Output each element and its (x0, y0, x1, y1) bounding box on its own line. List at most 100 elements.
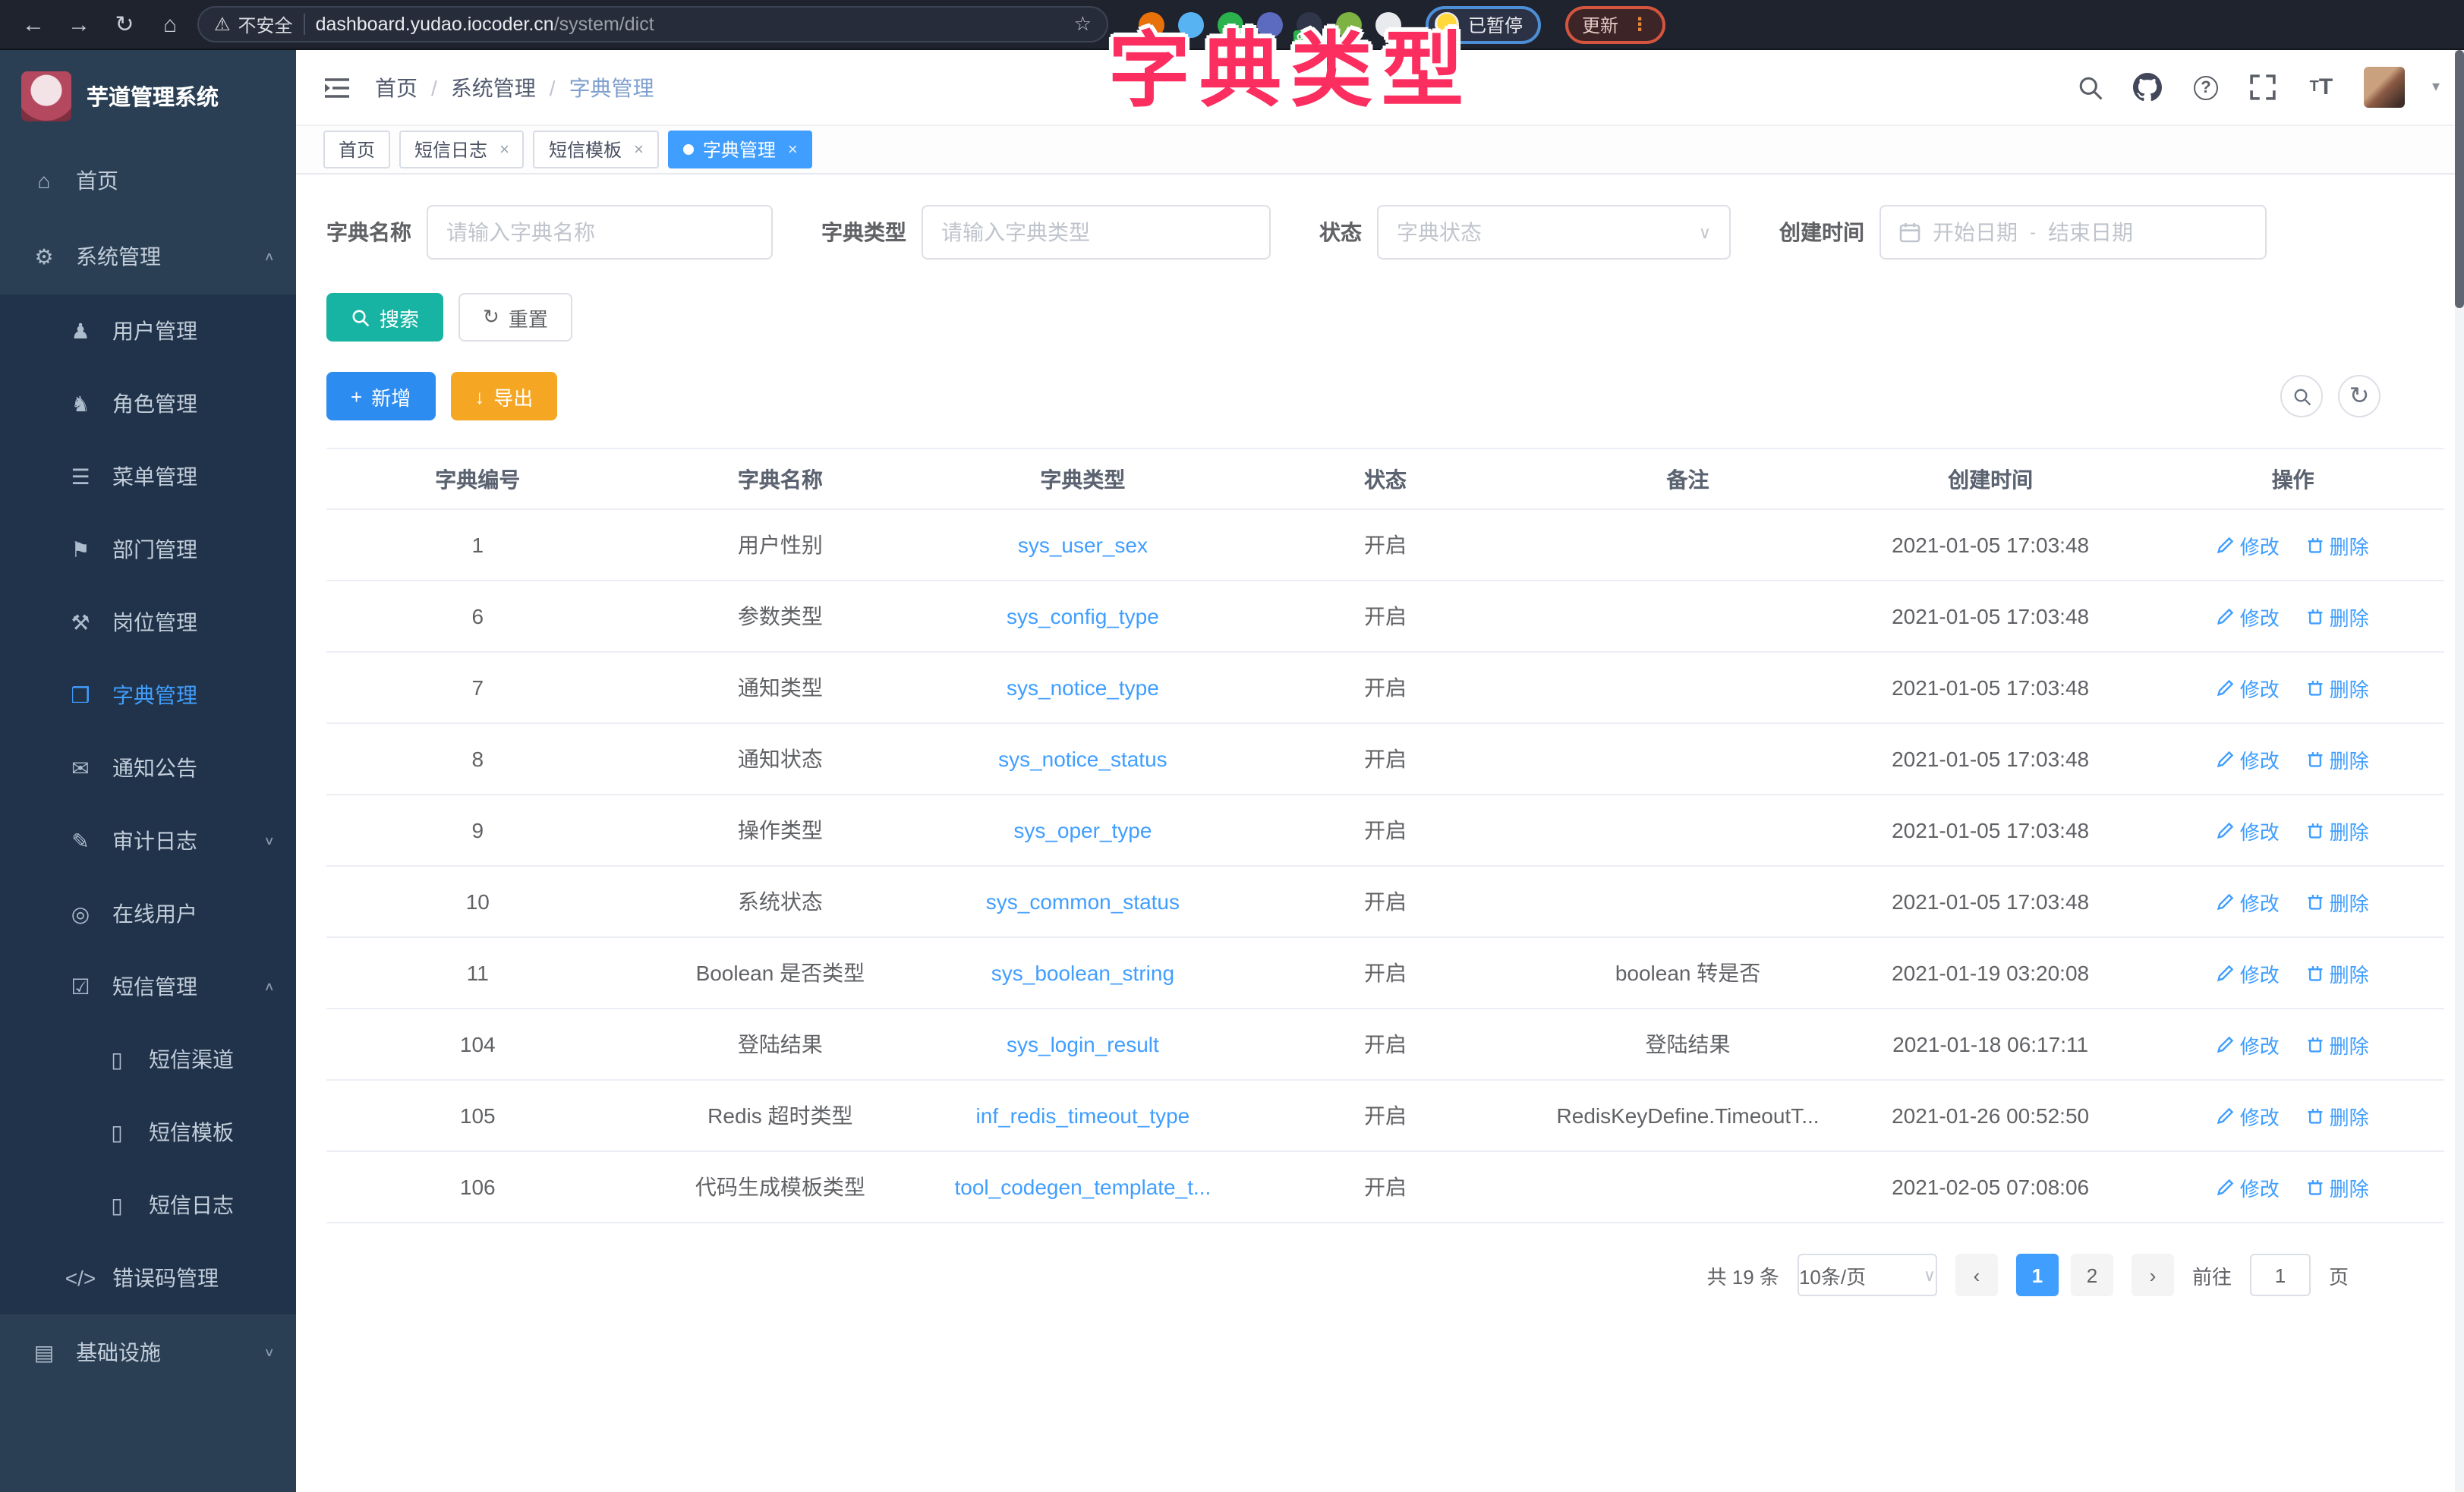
chevron-down-icon: ∨ (1699, 222, 1711, 242)
delete-link[interactable]: 删除 (2307, 958, 2369, 987)
sidebar-item[interactable]: ♞ 角色管理 (0, 367, 296, 440)
edit-link[interactable]: 修改 (2217, 887, 2280, 916)
address-bar[interactable]: ⚠ 不安全 dashboard.yudao.iocoder.cn/system/… (197, 6, 1108, 42)
sidebar-item[interactable]: ▤ 基础设施 ∨ (0, 1314, 296, 1390)
breadcrumb-item[interactable]: 系统管理 (451, 72, 536, 102)
cell-status: 开启 (1234, 1151, 1537, 1223)
font-size-icon[interactable]: TT (2306, 72, 2336, 102)
reset-button[interactable]: ↻ 重置 (458, 293, 572, 342)
sidebar-item-icon: ☰ (67, 464, 94, 489)
cell-dict-type-link[interactable]: sys_login_result (931, 1009, 1234, 1080)
breadcrumb-item[interactable]: 首页 (375, 72, 417, 102)
edit-link[interactable]: 修改 (2217, 816, 2280, 845)
close-icon[interactable]: × (634, 140, 644, 159)
bookmark-star-icon[interactable]: ☆ (1074, 12, 1092, 36)
page-size-select[interactable]: 10条/页 ∨ (1798, 1254, 1937, 1296)
tag-tab[interactable]: 首页 × (323, 131, 390, 168)
next-page-button[interactable]: › (2132, 1254, 2174, 1296)
delete-link[interactable]: 删除 (2307, 816, 2369, 845)
sidebar-item[interactable]: ▯ 短信日志 (0, 1169, 296, 1242)
security-warning[interactable]: ⚠ 不安全 (214, 11, 293, 37)
page-number-button[interactable]: 1 (2016, 1254, 2059, 1296)
fullscreen-icon[interactable] (2248, 72, 2279, 102)
dict-type-input[interactable]: 请输入字典类型 (922, 205, 1271, 260)
edit-link[interactable]: 修改 (2217, 1173, 2280, 1201)
sidebar-item[interactable]: ⚒ 岗位管理 (0, 586, 296, 659)
refresh-table-button[interactable]: ↻ (2338, 375, 2381, 417)
prev-page-button[interactable]: ‹ (1955, 1254, 1998, 1296)
search-icon[interactable] (2075, 72, 2106, 102)
search-button[interactable]: 搜索 (326, 293, 443, 342)
sidebar-item[interactable]: ▯ 短信模板 (0, 1096, 296, 1169)
edit-link[interactable]: 修改 (2217, 602, 2280, 631)
github-icon[interactable] (2133, 72, 2163, 102)
edit-link[interactable]: 修改 (2217, 530, 2280, 559)
sidebar-item[interactable]: ✉ 通知公告 (0, 732, 296, 804)
tag-tab[interactable]: 短信模板 × (534, 131, 659, 168)
user-avatar[interactable] (2364, 67, 2405, 108)
delete-link[interactable]: 删除 (2307, 744, 2369, 773)
export-button[interactable]: ↓ 导出 (450, 372, 557, 420)
sidebar-item[interactable]: ✎ 审计日志 ∨ (0, 804, 296, 877)
sidebar-item[interactable]: ⌂ 首页 (0, 143, 296, 219)
back-icon[interactable]: ← (15, 6, 52, 42)
forward-icon[interactable]: → (61, 6, 97, 42)
close-icon[interactable]: × (499, 140, 509, 159)
search-icon (351, 307, 370, 327)
delete-link[interactable]: 删除 (2307, 1030, 2369, 1059)
cell-dict-type-link[interactable]: sys_boolean_string (931, 937, 1234, 1009)
delete-link[interactable]: 删除 (2307, 1173, 2369, 1201)
cell-dict-type-link[interactable]: sys_notice_type (931, 652, 1234, 723)
scrollbar-thumb[interactable] (2455, 50, 2464, 308)
browser-menu-icon[interactable]: ⋮ (1631, 14, 1649, 35)
date-range-picker[interactable]: 开始日期 - 结束日期 (1880, 205, 2267, 260)
cell-dict-type-link[interactable]: sys_oper_type (931, 795, 1234, 866)
reload-icon[interactable]: ↻ (106, 6, 143, 42)
cell-actions: 修改 删除 (2141, 1080, 2444, 1151)
tag-tab[interactable]: 短信日志 × (399, 131, 525, 168)
sidebar-item[interactable]: ▯ 短信渠道 (0, 1023, 296, 1096)
page-number-button[interactable]: 2 (2071, 1254, 2113, 1296)
edit-link[interactable]: 修改 (2217, 958, 2280, 987)
sidebar-item[interactable]: ◎ 在线用户 (0, 877, 296, 950)
sidebar-item[interactable]: ☑ 短信管理 ∧ (0, 950, 296, 1023)
logo-row[interactable]: 芋道管理系统 (0, 50, 296, 143)
delete-link[interactable]: 删除 (2307, 887, 2369, 916)
sidebar-collapse-icon[interactable] (323, 75, 351, 99)
sidebar-item[interactable]: ⚙ 系统管理 ∧ (0, 219, 296, 294)
cell-dict-type-link[interactable]: tool_codegen_template_t... (931, 1151, 1234, 1223)
cell-dict-type-link[interactable]: sys_notice_status (931, 723, 1234, 795)
sidebar-item[interactable]: ☰ 菜单管理 (0, 440, 296, 513)
browser-update-button[interactable]: 更新 ⋮ (1565, 5, 1665, 43)
user-caret-icon[interactable]: ▾ (2432, 79, 2440, 96)
close-icon[interactable]: × (788, 140, 798, 159)
sidebar-item[interactable]: </> 错误码管理 (0, 1242, 296, 1314)
cell-remark (1536, 866, 1839, 937)
edit-link[interactable]: 修改 (2217, 744, 2280, 773)
edit-link[interactable]: 修改 (2217, 1030, 2280, 1059)
edit-link[interactable]: 修改 (2217, 1101, 2280, 1130)
delete-link[interactable]: 删除 (2307, 673, 2369, 702)
breadcrumb-item[interactable]: 字典管理 (569, 72, 654, 102)
toggle-search-button[interactable] (2280, 375, 2323, 417)
add-button[interactable]: + 新增 (326, 372, 435, 420)
delete-link[interactable]: 删除 (2307, 530, 2369, 559)
dict-name-input[interactable]: 请输入字典名称 (427, 205, 773, 260)
delete-link[interactable]: 删除 (2307, 602, 2369, 631)
sidebar-item[interactable]: ❒ 字典管理 (0, 659, 296, 732)
page-scrollbar[interactable] (2455, 50, 2464, 1492)
sidebar-item[interactable]: ♟ 用户管理 (0, 294, 296, 367)
sidebar-item[interactable]: ⚑ 部门管理 (0, 513, 296, 586)
cell-actions: 修改 删除 (2141, 581, 2444, 652)
cell-dict-type-link[interactable]: sys_config_type (931, 581, 1234, 652)
home-icon[interactable]: ⌂ (152, 6, 188, 42)
goto-page-input[interactable] (2250, 1254, 2311, 1296)
delete-link[interactable]: 删除 (2307, 1101, 2369, 1130)
edit-link[interactable]: 修改 (2217, 673, 2280, 702)
cell-dict-type-link[interactable]: sys_user_sex (931, 509, 1234, 581)
tag-tab[interactable]: 字典管理 × (668, 131, 813, 168)
cell-dict-type-link[interactable]: inf_redis_timeout_type (931, 1080, 1234, 1151)
status-select[interactable]: 字典状态 ∨ (1377, 205, 1731, 260)
cell-dict-type-link[interactable]: sys_common_status (931, 866, 1234, 937)
help-icon[interactable]: ? (2191, 72, 2221, 102)
